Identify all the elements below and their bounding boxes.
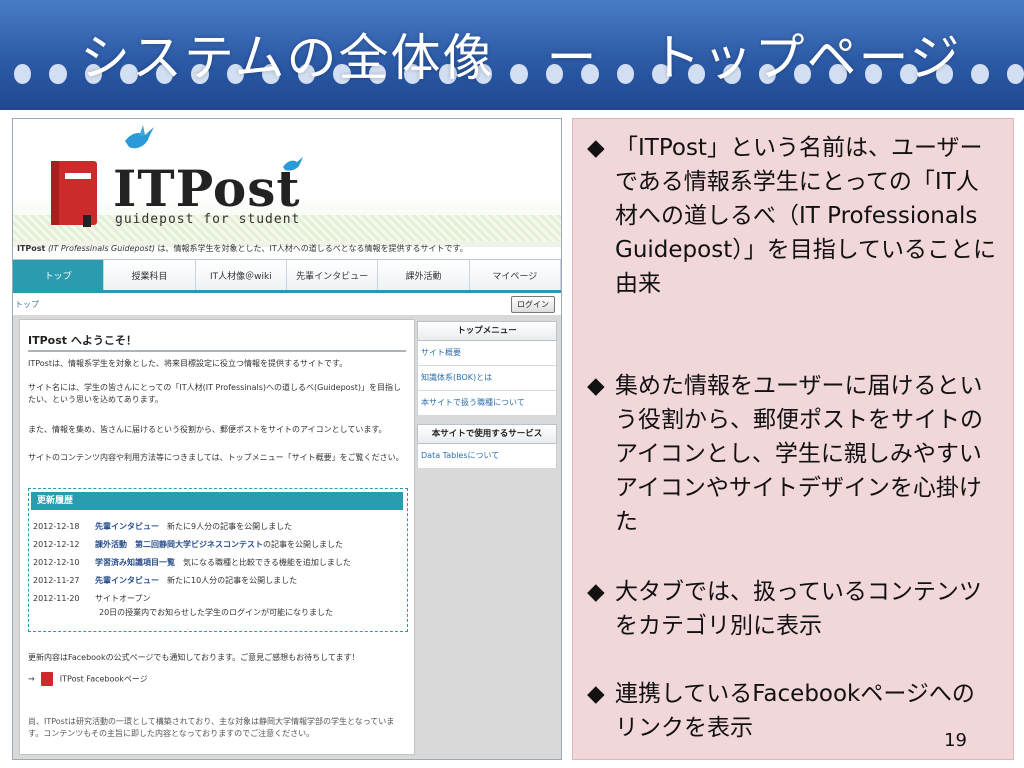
title-divider <box>28 350 406 352</box>
facebook-page-link[interactable]: ITPost Facebookページ <box>60 675 148 684</box>
breadcrumb-row: トップ ログイン <box>13 293 561 315</box>
main-tab-bar: トップ 授業科目 IT人材像＠wiki 先輩インタビュー 課外活動 マイページ <box>13 259 561 293</box>
site-logo-text: ITPost <box>113 159 301 218</box>
update-link[interactable]: 課外活動 第二回静岡大学ビジネスコンテスト <box>95 540 263 549</box>
diamond-bullet-icon: ◆ <box>587 681 605 707</box>
notes-panel: ◆ 「ITPost」という名前は、ユーザーである情報系学生にとっての「IT人材へ… <box>572 118 1014 760</box>
update-sub-text: 20日の授業内でお知らせした学生のログインが可能になりました <box>99 608 334 617</box>
site-tagline: ITPost (IT Professinals Guidepost) は、情報系… <box>17 243 557 254</box>
welcome-title: ITPost へようこそ！ <box>28 334 137 347</box>
tagline-expansion: (IT Professinals Guidepost) <box>47 244 155 253</box>
top-menu-heading: トップメニュー <box>417 321 557 341</box>
side-item-site-overview[interactable]: サイト概要 <box>417 341 557 366</box>
website-screenshot: ITPost guidepost for student ITPost (IT … <box>12 118 562 760</box>
itpost-mini-logo-icon <box>41 672 54 686</box>
facebook-note: 更新内容はFacebookの公式ページでも通知しております。ご意見ご感想もお待ち… <box>28 653 360 662</box>
facebook-link-row: → ITPost Facebookページ <box>28 672 148 686</box>
site-banner: ITPost guidepost for student <box>13 119 561 247</box>
diamond-bullet-icon: ◆ <box>587 579 605 605</box>
update-link[interactable]: 先輩インタビュー <box>95 522 159 531</box>
diamond-bullet-icon: ◆ <box>587 135 605 161</box>
list-item: 2012-12-18 先輩インタビュー 新たに9人分の記事を公開しました <box>33 522 293 531</box>
diamond-bullet-icon: ◆ <box>587 373 605 399</box>
tab-senior-interview[interactable]: 先輩インタビュー <box>286 260 379 290</box>
services-heading: 本サイトで使用するサービス <box>417 424 557 444</box>
bullet-text: 集めた情報をユーザーに届けるという役割から、郵便ポストをサイトのアイコンとし、学… <box>615 373 983 535</box>
footer-note: 尚、ITPostは研究活動の一環として構築されており、主な対象は静岡大学情報学部… <box>28 717 395 738</box>
update-history-heading: 更新履歴 <box>31 492 403 510</box>
bullet-item: ◆ 「ITPost」という名前は、ユーザーである情報系学生にとっての「IT人材へ… <box>587 131 997 301</box>
bullet-text: 連携しているFacebookページへのリンクを表示 <box>615 681 975 741</box>
page-number: 19 <box>944 730 967 751</box>
bullet-item: ◆ 連携しているFacebookページへのリンクを表示 <box>587 677 997 745</box>
list-item: 2012-12-10 学習済み知識項目一覧 気になる職種と比較できる機能を追加しま… <box>33 558 351 567</box>
tab-it-wiki[interactable]: IT人材像＠wiki <box>195 260 287 290</box>
side-item-job-types[interactable]: 本サイトで扱う職種について <box>417 391 557 416</box>
slide-title: システムの全体像 ー トップページ <box>80 29 962 87</box>
tab-extracurricular[interactable]: 課外活動 <box>378 260 470 290</box>
arrow-icon: → <box>28 674 35 684</box>
intro-paragraph-1: ITPostは、情報系学生を対象とした、将来目標設定に役立つ情報を提供するサイト… <box>28 359 348 368</box>
bullet-item: ◆ 集めた情報をユーザーに届けるという役割から、郵便ポストをサイトのアイコンとし… <box>587 369 997 539</box>
slide-header: システムの全体像 ー トップページ <box>0 0 1024 110</box>
update-link[interactable]: 学習済み知識項目一覧 <box>95 558 175 567</box>
side-menu: トップメニュー サイト概要 知識体系(BOK)とは 本サイトで扱う職種について … <box>417 321 557 469</box>
post-book-icon <box>51 161 97 227</box>
tagline-text: は、情報系学生を対象とした、IT人材への道しるべとなる情報を提供するサイトです。 <box>154 244 468 253</box>
update-history-box: 更新履歴 2012-12-18 先輩インタビュー 新たに9人分の記事を公開しました… <box>28 488 408 632</box>
bird-icon <box>125 125 154 149</box>
breadcrumb[interactable]: トップ <box>15 299 39 310</box>
bullet-text: 「ITPost」という名前は、ユーザーである情報系学生にとっての「IT人材への道… <box>615 135 997 297</box>
main-content-panel: ITPost へようこそ！ ITPostは、情報系学生を対象とした、将来目標設定… <box>19 319 415 755</box>
intro-paragraph-4: サイトのコンテンツ内容や利用方法等につきましては、トップメニュー「サイト概要」を… <box>28 453 404 462</box>
list-item: 2012-12-12 課外活動 第二回静岡大学ビジネスコンテストの記事を公開しまし… <box>33 540 343 549</box>
tab-top[interactable]: トップ <box>13 260 105 290</box>
intro-paragraph-3: また、情報を集め、皆さんに届けるという役割から、郵便ポストをサイトのアイコンとし… <box>28 425 387 434</box>
tagline-brand: ITPost <box>17 244 46 253</box>
tab-courses[interactable]: 授業科目 <box>104 260 196 290</box>
intro-paragraph-2: サイト名には、学生の皆さんにとっての「IT人材(IT Professinals)… <box>28 383 401 404</box>
site-logo-subtitle: guidepost for student <box>115 212 301 227</box>
tab-mypage[interactable]: マイページ <box>469 260 561 290</box>
update-link[interactable]: 先輩インタビュー <box>95 576 159 585</box>
list-item: 2012-11-20 サイトオープン <box>33 594 151 603</box>
bullet-item: ◆ 大タブでは、扱っているコンテンツをカテゴリ別に表示 <box>587 575 997 643</box>
bullet-text: 大タブでは、扱っているコンテンツをカテゴリ別に表示 <box>615 579 982 639</box>
login-button[interactable]: ログイン <box>511 296 555 313</box>
side-item-bok[interactable]: 知識体系(BOK)とは <box>417 366 557 391</box>
side-item-data-tables[interactable]: Data Tablesについて <box>417 444 557 469</box>
list-item: 2012-11-27 先輩インタビュー 新たに10人分の記事を公開しました <box>33 576 298 585</box>
